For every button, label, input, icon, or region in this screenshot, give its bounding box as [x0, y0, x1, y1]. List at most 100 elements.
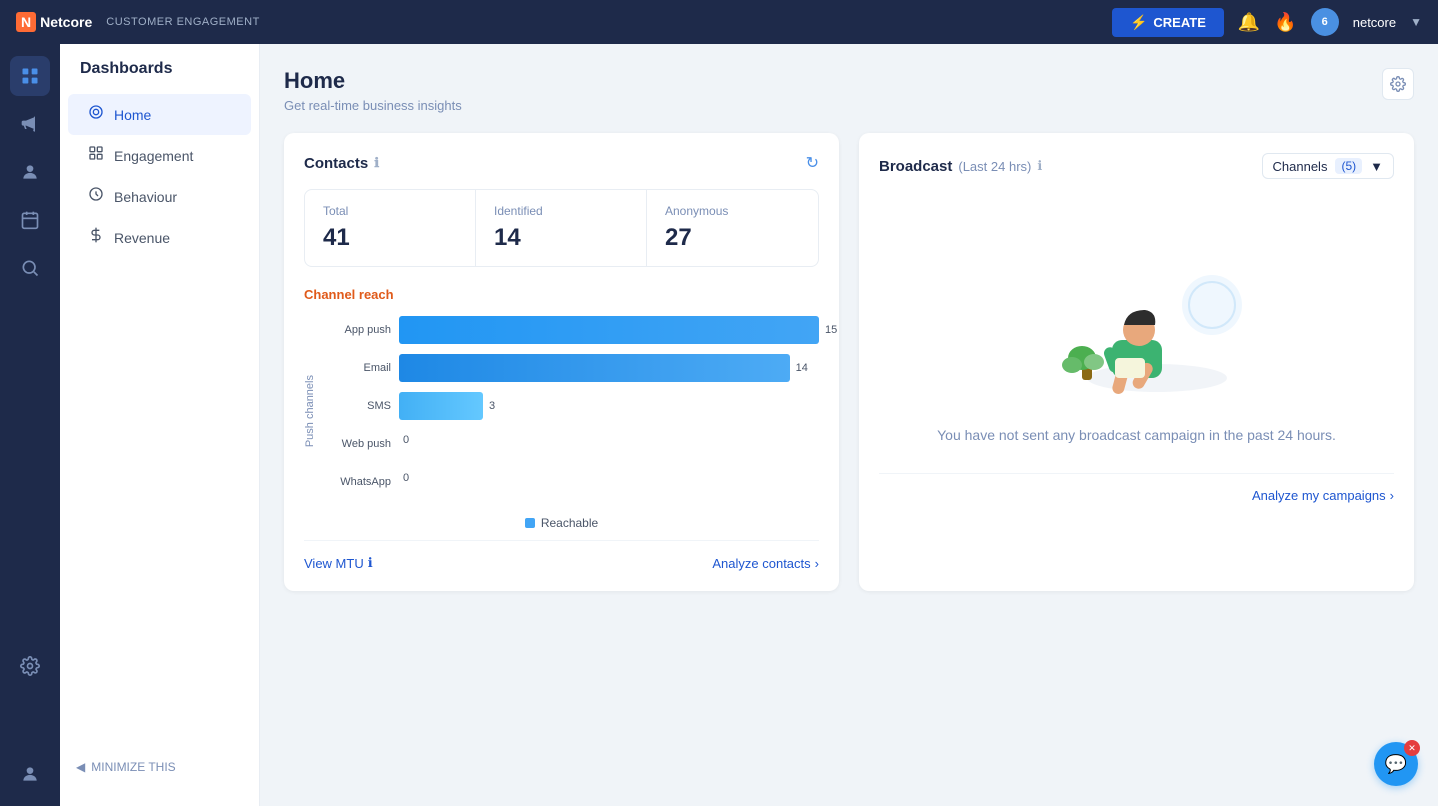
cards-row: Contacts ℹ ↻ Total 41 Identified 14 Anon… [284, 133, 1414, 591]
contacts-refresh-button[interactable]: ↻ [806, 153, 819, 173]
rail-user-icon[interactable] [10, 754, 50, 794]
analyze-contacts-text: Analyze contacts [712, 556, 810, 571]
bar-value-zero: 0 [399, 434, 409, 446]
identified-value: 14 [494, 224, 628, 252]
bar-fill [399, 316, 819, 344]
bar-fill [399, 392, 483, 420]
sidebar-revenue-label: Revenue [114, 230, 170, 246]
bar-value: 15 [825, 324, 837, 336]
contacts-card-footer: View MTU ℹ Analyze contacts › [304, 540, 819, 571]
logo-n-icon: N [16, 12, 36, 32]
contacts-title-text: Contacts [304, 155, 368, 172]
bar-track: 3 [399, 392, 819, 420]
create-button[interactable]: ⚡ CREATE [1112, 8, 1224, 37]
anonymous-stat: Anonymous 27 [647, 190, 818, 266]
badge-avatar[interactable]: 6 [1311, 8, 1339, 36]
page-header: Home Get real-time business insights [284, 68, 1414, 113]
bar-row: App push 15 [326, 316, 819, 344]
chart-area: Push channels App push 15 Email 14 SMS 3 Web p… [304, 316, 819, 506]
sidebar-home-label: Home [114, 107, 151, 123]
notification-bell[interactable]: 🔔 [1238, 12, 1260, 33]
engagement-icon [88, 145, 104, 166]
sidebar-item-revenue[interactable]: Revenue [68, 217, 251, 258]
bar-value: 3 [489, 400, 837, 412]
sidebar: Dashboards Home Engagement Behaviour Rev… [60, 44, 260, 806]
broadcast-empty-state: You have not sent any broadcast campaign… [879, 195, 1394, 463]
logo-text: Netcore [40, 14, 92, 30]
bar-label: App push [326, 324, 391, 336]
contacts-info-icon[interactable]: ℹ [374, 155, 379, 171]
illustration-svg [1027, 230, 1247, 400]
close-chat-icon[interactable]: ✕ [1404, 740, 1420, 756]
sidebar-item-behaviour[interactable]: Behaviour [68, 176, 251, 217]
sidebar-item-engagement[interactable]: Engagement [68, 135, 251, 176]
page-subtitle: Get real-time business insights [284, 98, 462, 113]
identified-stat: Identified 14 [476, 190, 647, 266]
anonymous-label: Anonymous [665, 204, 800, 218]
badge-count: 6 [1322, 16, 1328, 28]
dropdown-arrow-icon: ▼ [1370, 159, 1383, 174]
total-value: 41 [323, 224, 457, 252]
analyze-campaigns-link[interactable]: Analyze my campaigns › [1252, 488, 1394, 503]
sidebar-item-home[interactable]: Home [68, 94, 251, 135]
total-stat: Total 41 [305, 190, 476, 266]
legend-dot [525, 518, 535, 528]
broadcast-card-footer: Analyze my campaigns › [879, 473, 1394, 503]
rail-settings-icon[interactable] [10, 646, 50, 686]
broadcast-subtitle-text: Last 24 hrs [963, 159, 1027, 174]
page-title-area: Home Get real-time business insights [284, 68, 462, 113]
chevron-right-campaign-icon: › [1390, 488, 1394, 503]
channels-dropdown[interactable]: Channels (5) ▼ [1262, 153, 1394, 179]
settings-button[interactable] [1382, 68, 1414, 100]
customer-engagement-label: CUSTOMER ENGAGEMENT [106, 16, 260, 28]
bar-label: Email [326, 362, 391, 374]
legend-label: Reachable [541, 516, 598, 530]
channels-count: (5) [1335, 158, 1362, 174]
page-title: Home [284, 68, 462, 94]
topnav-right: ⚡ CREATE 🔔 🔥 6 netcore ▼ [1112, 8, 1422, 37]
chart-legend: Reachable [304, 516, 819, 530]
y-axis-label: Push channels [304, 375, 316, 447]
broadcast-card-header: Broadcast (Last 24 hrs) ℹ Channels (5) ▼ [879, 153, 1394, 179]
bar-value: 14 [796, 362, 837, 374]
rail-contacts-icon[interactable] [10, 152, 50, 192]
analyze-contacts-link[interactable]: Analyze contacts › [712, 556, 819, 571]
channel-reach-title: Channel reach [304, 287, 819, 302]
sidebar-engagement-label: Engagement [114, 148, 193, 164]
minimize-button[interactable]: ◀ MINIMIZE THIS [76, 760, 243, 774]
fire-icon[interactable]: 🔥 [1274, 12, 1296, 33]
identified-label: Identified [494, 204, 628, 218]
chat-button[interactable]: 💬 ✕ [1374, 742, 1418, 786]
bar-track: 15 [399, 316, 819, 344]
user-dropdown-arrow[interactable]: ▼ [1410, 15, 1422, 29]
behaviour-icon [88, 186, 104, 207]
rail-megaphone-icon[interactable] [10, 104, 50, 144]
netcore-logo[interactable]: N Netcore [16, 12, 92, 32]
broadcast-card: Broadcast (Last 24 hrs) ℹ Channels (5) ▼ [859, 133, 1414, 591]
rail-calendar-icon[interactable] [10, 200, 50, 240]
contacts-card: Contacts ℹ ↻ Total 41 Identified 14 Anon… [284, 133, 839, 591]
bar-value-zero: 0 [399, 472, 409, 484]
bar-track: 0 [399, 430, 819, 458]
bar-row: SMS 3 [326, 392, 819, 420]
rail-dashboard-icon[interactable] [10, 56, 50, 96]
sidebar-behaviour-label: Behaviour [114, 189, 177, 205]
bar-track: 14 [399, 354, 819, 382]
bar-label: SMS [326, 400, 391, 412]
bar-fill [399, 354, 790, 382]
bar-label: Web push [326, 438, 391, 450]
total-label: Total [323, 204, 457, 218]
rail-search-icon[interactable] [10, 248, 50, 288]
left-rail [0, 44, 60, 806]
revenue-icon [88, 227, 104, 248]
chat-icon: 💬 [1385, 754, 1407, 775]
anonymous-value: 27 [665, 224, 800, 252]
username-label[interactable]: netcore [1353, 15, 1396, 30]
broadcast-info-icon[interactable]: ℹ [1037, 158, 1042, 174]
chevron-right-icon: › [815, 556, 819, 571]
view-mtu-link[interactable]: View MTU ℹ [304, 555, 373, 571]
bars-container: App push 15 Email 14 SMS 3 Web push 0 WhatsApp 0 [326, 316, 819, 506]
bar-label: WhatsApp [326, 476, 391, 488]
minimize-label: MINIMIZE THIS [91, 760, 175, 774]
top-navigation: N Netcore CUSTOMER ENGAGEMENT ⚡ CREATE 🔔… [0, 0, 1438, 44]
